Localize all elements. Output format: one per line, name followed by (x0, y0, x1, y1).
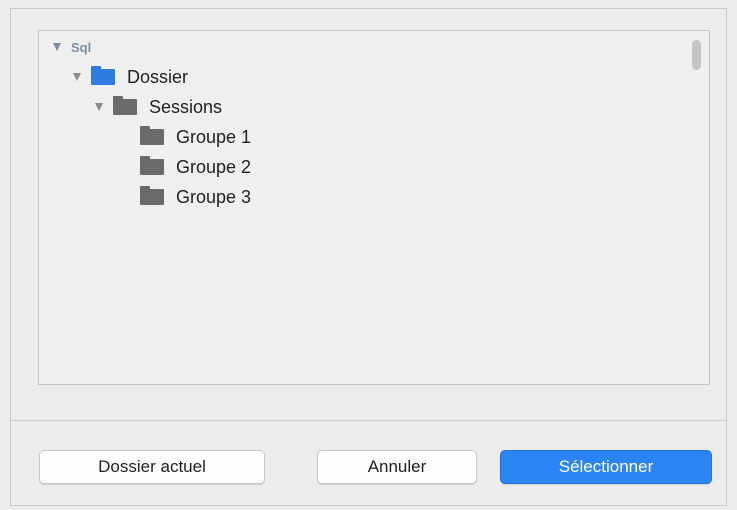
tree-item-label: Groupe 2 (176, 156, 252, 177)
scrollbar-thumb[interactable] (692, 40, 701, 70)
tree-item-label: Groupe 3 (176, 186, 252, 207)
folder-gray-icon (140, 186, 164, 205)
select-button[interactable]: Sélectionner (500, 450, 712, 484)
tree-item-label: Dossier (127, 66, 189, 87)
tree-item-groupe-1[interactable]: Groupe 1 (140, 123, 251, 151)
tree-item-groupe-2[interactable]: Groupe 2 (140, 153, 251, 181)
folder-gray-icon (113, 96, 137, 115)
divider (11, 420, 726, 421)
disclosure-triangle-icon[interactable] (95, 103, 103, 111)
folder-blue-icon (91, 66, 115, 85)
folder-tree[interactable]: Sql Dossier Sessions Groupe 1 Groupe 2 G… (38, 30, 710, 385)
tree-item-groupe-3[interactable]: Groupe 3 (140, 183, 251, 211)
tree-item-label: Sessions (149, 96, 223, 117)
folder-picker-dialog: Sql Dossier Sessions Groupe 1 Groupe 2 G… (10, 8, 727, 506)
tree-root-row[interactable]: Sql (53, 33, 91, 61)
disclosure-triangle-icon[interactable] (73, 73, 81, 81)
disclosure-triangle-icon[interactable] (53, 43, 61, 51)
tree-item-label: Groupe 1 (176, 126, 252, 147)
folder-gray-icon (140, 156, 164, 175)
current-folder-button[interactable]: Dossier actuel (39, 450, 265, 484)
tree-item-dossier[interactable]: Dossier (73, 63, 188, 91)
tree-root-label: Sql (71, 39, 92, 55)
tree-item-sessions[interactable]: Sessions (95, 93, 222, 121)
folder-gray-icon (140, 126, 164, 145)
cancel-button[interactable]: Annuler (317, 450, 477, 484)
